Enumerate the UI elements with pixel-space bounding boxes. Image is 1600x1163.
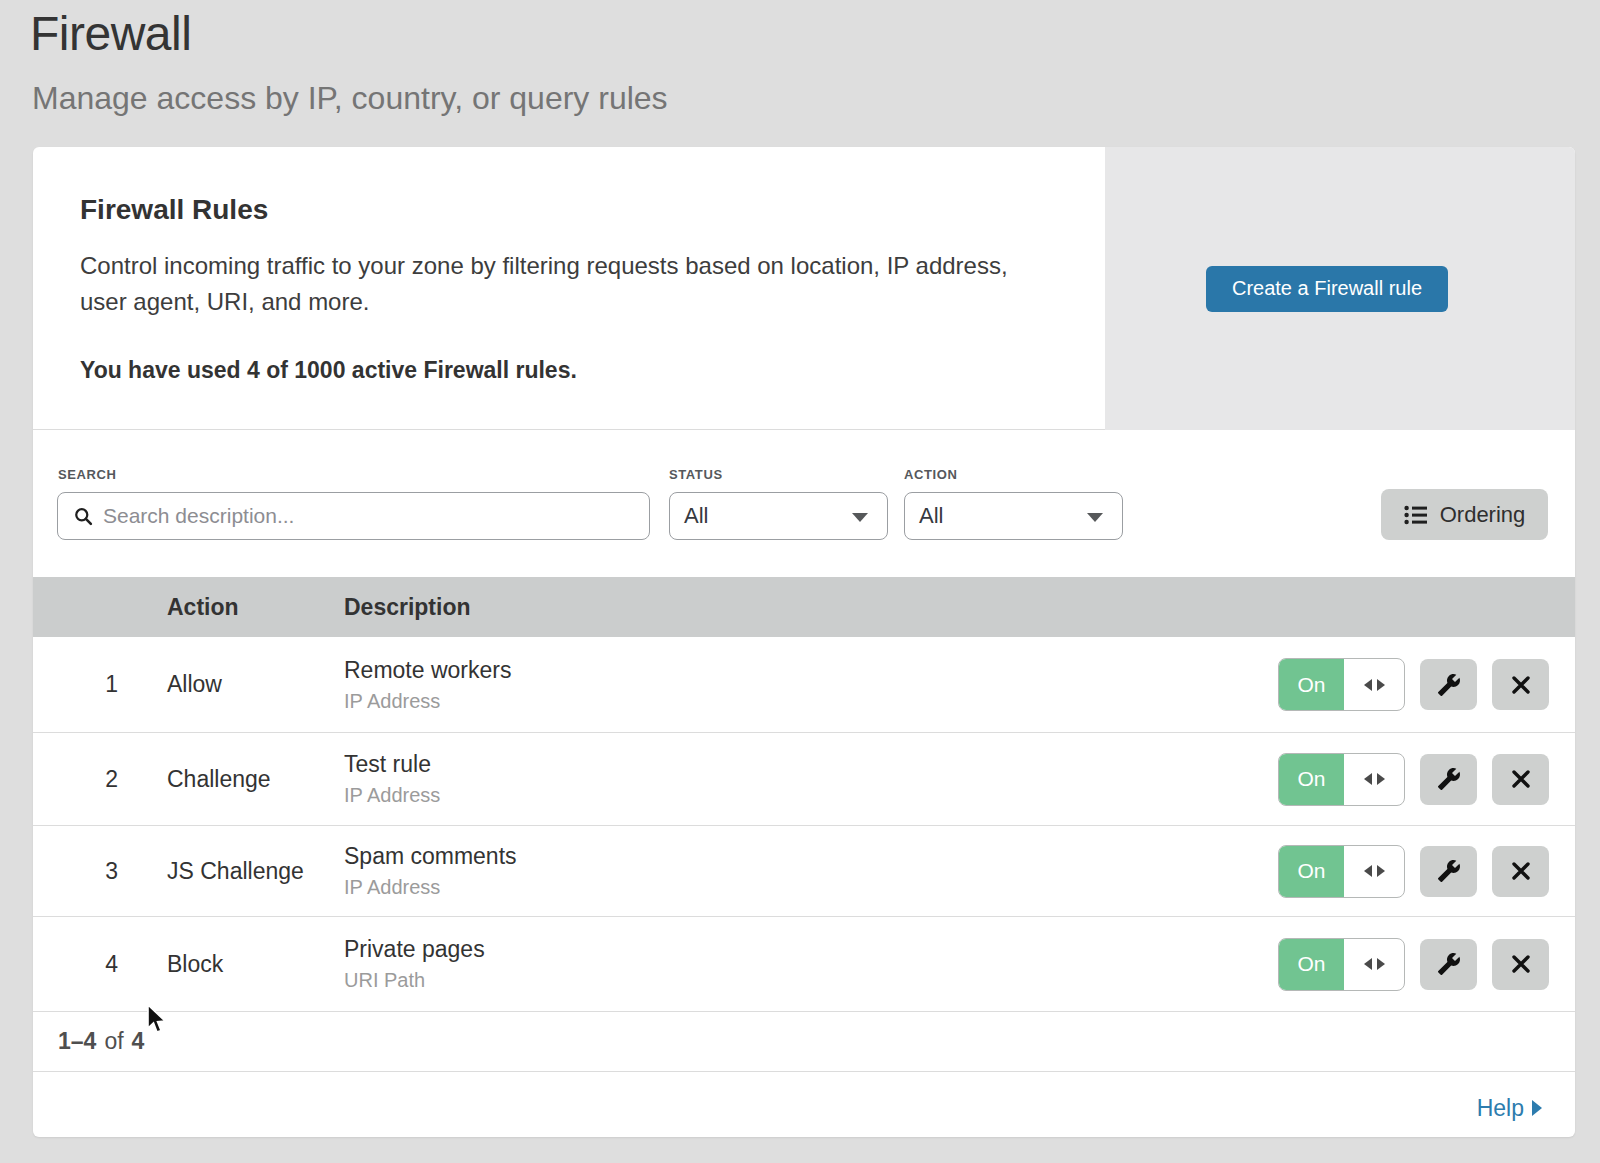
pagination: 1–4 of 4 [33, 1012, 1575, 1072]
action-label: ACTION [904, 467, 957, 482]
search-input[interactable] [103, 504, 649, 528]
rule-row-2: 2 Challenge Test rule IP Address On [33, 733, 1575, 826]
column-header-description: Description [344, 594, 471, 621]
rule-toggle[interactable]: On [1278, 658, 1405, 711]
help-bar: Help [33, 1072, 1575, 1136]
edit-rule-button[interactable] [1420, 846, 1477, 897]
overview-description: Control incoming traffic to your zone by… [80, 248, 1040, 320]
rule-action: JS Challenge [167, 858, 317, 885]
help-link[interactable]: Help [1477, 1095, 1542, 1122]
page-title: Firewall [30, 6, 191, 61]
close-icon [1511, 675, 1531, 695]
rule-priority: 1 [80, 671, 118, 698]
toggle-arrows-icon [1344, 846, 1404, 897]
pagination-range: 1–4 [58, 1028, 96, 1055]
delete-rule-button[interactable] [1492, 939, 1549, 990]
delete-rule-button[interactable] [1492, 659, 1549, 710]
delete-rule-button[interactable] [1492, 754, 1549, 805]
create-rule-panel: Create a Firewall rule [1105, 147, 1575, 430]
status-label: STATUS [669, 467, 723, 482]
toggle-on-label: On [1279, 846, 1344, 897]
ordered-list-icon [1404, 505, 1428, 525]
ordering-button[interactable]: Ordering [1381, 489, 1548, 540]
search-input-wrap [57, 492, 650, 540]
ordering-button-label: Ordering [1440, 502, 1526, 528]
rule-priority: 4 [80, 951, 118, 978]
rule-action: Challenge [167, 766, 317, 793]
delete-rule-button[interactable] [1492, 846, 1549, 897]
rule-description: Remote workers [344, 657, 1278, 684]
chevron-down-icon [852, 513, 868, 522]
wrench-icon [1437, 767, 1461, 791]
rule-action: Allow [167, 671, 317, 698]
close-icon [1511, 954, 1531, 974]
edit-rule-button[interactable] [1420, 939, 1477, 990]
rule-description: Spam comments [344, 843, 1278, 870]
rule-row-4: 4 Block Private pages URI Path On [33, 917, 1575, 1012]
filter-section: SEARCH STATUS All ACTION All Ordering [33, 430, 1575, 577]
rule-description: Test rule [344, 751, 1278, 778]
toggle-arrows-icon [1344, 754, 1404, 805]
action-select-value: All [919, 503, 943, 529]
rule-toggle[interactable]: On [1278, 753, 1405, 806]
close-icon [1511, 861, 1531, 881]
search-label: SEARCH [58, 467, 117, 482]
chevron-down-icon [1087, 513, 1103, 522]
status-select-value: All [684, 503, 708, 529]
rule-match-type: IP Address [344, 876, 1278, 899]
toggle-arrows-icon [1344, 939, 1404, 990]
toggle-on-label: On [1279, 754, 1344, 805]
rule-description: Private pages [344, 936, 1278, 963]
rule-toggle[interactable]: On [1278, 845, 1405, 898]
rule-match-type: URI Path [344, 969, 1278, 992]
wrench-icon [1437, 952, 1461, 976]
rule-row-1: 1 Allow Remote workers IP Address On [33, 637, 1575, 733]
overview-section: Firewall Rules Control incoming traffic … [33, 147, 1575, 430]
pagination-total: 4 [132, 1028, 145, 1055]
page-subtitle: Manage access by IP, country, or query r… [32, 80, 668, 117]
toggle-on-label: On [1279, 659, 1344, 710]
wrench-icon [1437, 673, 1461, 697]
status-select[interactable]: All [669, 492, 888, 540]
rule-priority: 3 [80, 858, 118, 885]
firewall-rules-card: Firewall Rules Control incoming traffic … [33, 147, 1575, 1137]
edit-rule-button[interactable] [1420, 754, 1477, 805]
column-header-action: Action [167, 594, 344, 621]
rule-match-type: IP Address [344, 784, 1278, 807]
table-header: Action Description [33, 577, 1575, 637]
action-select[interactable]: All [904, 492, 1123, 540]
rule-action: Block [167, 951, 317, 978]
rule-match-type: IP Address [344, 690, 1278, 713]
toggle-on-label: On [1279, 939, 1344, 990]
mouse-cursor [146, 1004, 170, 1036]
pagination-of: of [104, 1028, 123, 1055]
rule-row-3: 3 JS Challenge Spam comments IP Address … [33, 826, 1575, 917]
edit-rule-button[interactable] [1420, 659, 1477, 710]
rule-priority: 2 [80, 766, 118, 793]
wrench-icon [1437, 859, 1461, 883]
create-firewall-rule-button[interactable]: Create a Firewall rule [1206, 266, 1448, 312]
close-icon [1511, 769, 1531, 789]
search-icon [74, 507, 93, 526]
toggle-arrows-icon [1344, 659, 1404, 710]
help-link-label: Help [1477, 1095, 1524, 1122]
help-arrow-icon [1532, 1100, 1542, 1116]
rule-toggle[interactable]: On [1278, 938, 1405, 991]
